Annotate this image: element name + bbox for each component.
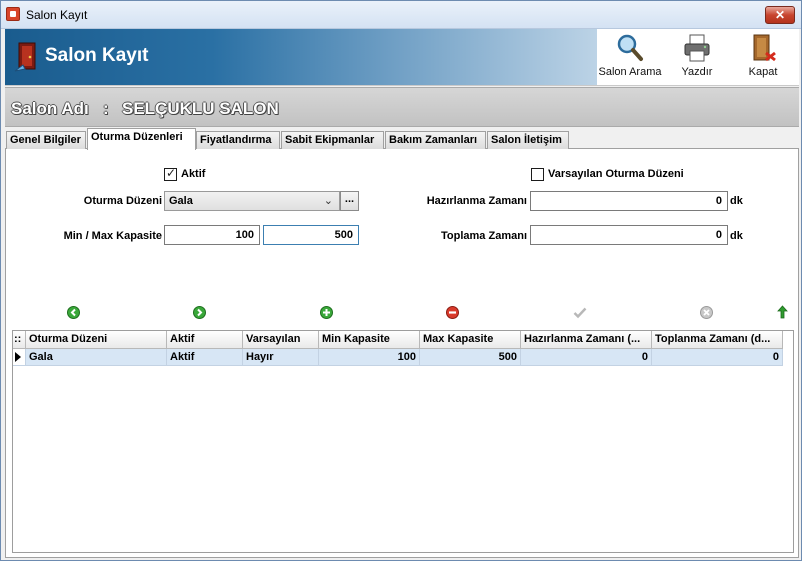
max-kapasite-input[interactable]: 500: [263, 225, 359, 245]
column-header-oturma-duzeni[interactable]: Oturma Düzeni: [26, 331, 167, 349]
tab-strip: Genel Bilgiler Oturma Düzenleri Fiyatlan…: [5, 128, 799, 150]
up-arrow-icon[interactable]: [777, 305, 788, 319]
delete-record-icon[interactable]: [446, 306, 459, 319]
tab-genel-bilgiler[interactable]: Genel Bilgiler: [6, 131, 86, 149]
salon-arama-button[interactable]: Salon Arama: [598, 31, 662, 83]
hazirlanma-unit: dk: [730, 195, 743, 207]
salon-name-bar: Salon Adı : SELÇUKLU SALON: [5, 87, 799, 127]
column-header-max-kapasite[interactable]: Max Kapasite: [420, 331, 521, 349]
column-header-varsayilan[interactable]: Varsayılan: [243, 331, 319, 349]
cell-hazirlanma-zamani[interactable]: 0: [521, 349, 652, 366]
kapat-label: Kapat: [748, 66, 778, 78]
column-header-aktif[interactable]: Aktif: [167, 331, 243, 349]
first-record-icon[interactable]: [67, 306, 80, 319]
header-banner: Salon Kayıt: [5, 29, 597, 85]
cell-min-kapasite[interactable]: 100: [319, 349, 420, 366]
cell-max-kapasite[interactable]: 500: [420, 349, 521, 366]
column-header-min-kapasite[interactable]: Min Kapasite: [319, 331, 420, 349]
varsayilan-label: Varsayılan Oturma Düzeni: [548, 168, 684, 180]
yazdir-button[interactable]: Yazdır: [669, 31, 725, 83]
close-button[interactable]: ✕: [765, 6, 795, 24]
app-window: Salon Kayıt ✕ Salon Kayıt Salon Arama Ya…: [0, 0, 802, 561]
cell-varsayilan[interactable]: Hayır: [243, 349, 319, 366]
oturma-duzeni-browse-button[interactable]: ...: [340, 191, 359, 211]
oturma-duzenleri-panel: Aktif Varsayılan Oturma Düzeni Oturma Dü…: [5, 149, 799, 558]
row-indicator-icon: [13, 349, 26, 366]
cancel-record-icon[interactable]: [700, 306, 713, 319]
header: Salon Kayıt Salon Arama Yazdır Kapat: [5, 29, 799, 86]
salon-name-separator: :: [103, 99, 109, 118]
window-title: Salon Kayıt: [26, 8, 88, 22]
printer-icon: [684, 34, 710, 62]
column-header-hazirlanma-zamani[interactable]: Hazırlanma Zamanı (...: [521, 331, 652, 349]
column-header-toplanma-zamani[interactable]: Toplanma Zamanı (d...: [652, 331, 783, 349]
toplama-input[interactable]: 0: [530, 225, 728, 245]
toplama-unit: dk: [730, 230, 743, 242]
header-title: Salon Kayıt: [45, 45, 149, 66]
next-record-icon[interactable]: [193, 306, 206, 319]
grid-corner: ::: [13, 331, 26, 349]
app-icon: [6, 7, 20, 21]
hazirlanma-label: Hazırlanma Zamanı: [426, 195, 527, 207]
tab-sabit-ekipmanlar[interactable]: Sabit Ekipmanlar: [281, 131, 384, 149]
oturma-duzenleri-grid: :: Oturma Düzeni Aktif Varsayılan Min Ka…: [12, 330, 794, 553]
tab-fiyatlandirma[interactable]: Fiyatlandırma: [196, 131, 280, 149]
chevron-down-icon: ⌄: [323, 195, 333, 207]
oturma-duzeni-value: Gala: [169, 195, 193, 207]
oturma-duzeni-label: Oturma Düzeni: [83, 195, 162, 207]
yazdir-label: Yazdır: [681, 66, 713, 78]
min-kapasite-input[interactable]: 100: [164, 225, 260, 245]
salon-arama-label: Salon Arama: [598, 66, 662, 78]
salon-name-label: Salon Adı: [11, 99, 89, 118]
tab-oturma-duzenleri[interactable]: Oturma Düzenleri: [87, 128, 196, 150]
magnifier-icon: [617, 34, 643, 61]
add-record-icon[interactable]: [320, 306, 333, 319]
cell-oturma-duzeni[interactable]: Gala: [26, 349, 167, 366]
save-record-icon[interactable]: [573, 306, 587, 319]
exit-door-icon: [753, 34, 776, 62]
tab-salon-iletisim[interactable]: Salon İletişim: [487, 131, 569, 149]
title-bar: Salon Kayıt ✕: [1, 1, 801, 29]
cell-aktif[interactable]: Aktif: [167, 349, 243, 366]
oturma-duzeni-select[interactable]: Gala ⌄: [164, 191, 340, 211]
salon-name-value: SELÇUKLU SALON: [122, 99, 279, 118]
aktif-label: Aktif: [181, 168, 206, 180]
cell-toplanma-zamani[interactable]: 0: [652, 349, 783, 366]
tab-bakim-zamanlari[interactable]: Bakım Zamanları: [385, 131, 486, 149]
kapasite-label: Min / Max Kapasite: [63, 230, 162, 242]
aktif-checkbox[interactable]: [164, 166, 177, 181]
toplama-label: Toplama Zamanı: [441, 230, 527, 242]
door-icon: [14, 42, 36, 72]
varsayilan-checkbox[interactable]: [531, 168, 544, 181]
kapat-button[interactable]: Kapat: [735, 31, 791, 83]
hazirlanma-input[interactable]: 0: [530, 191, 728, 211]
